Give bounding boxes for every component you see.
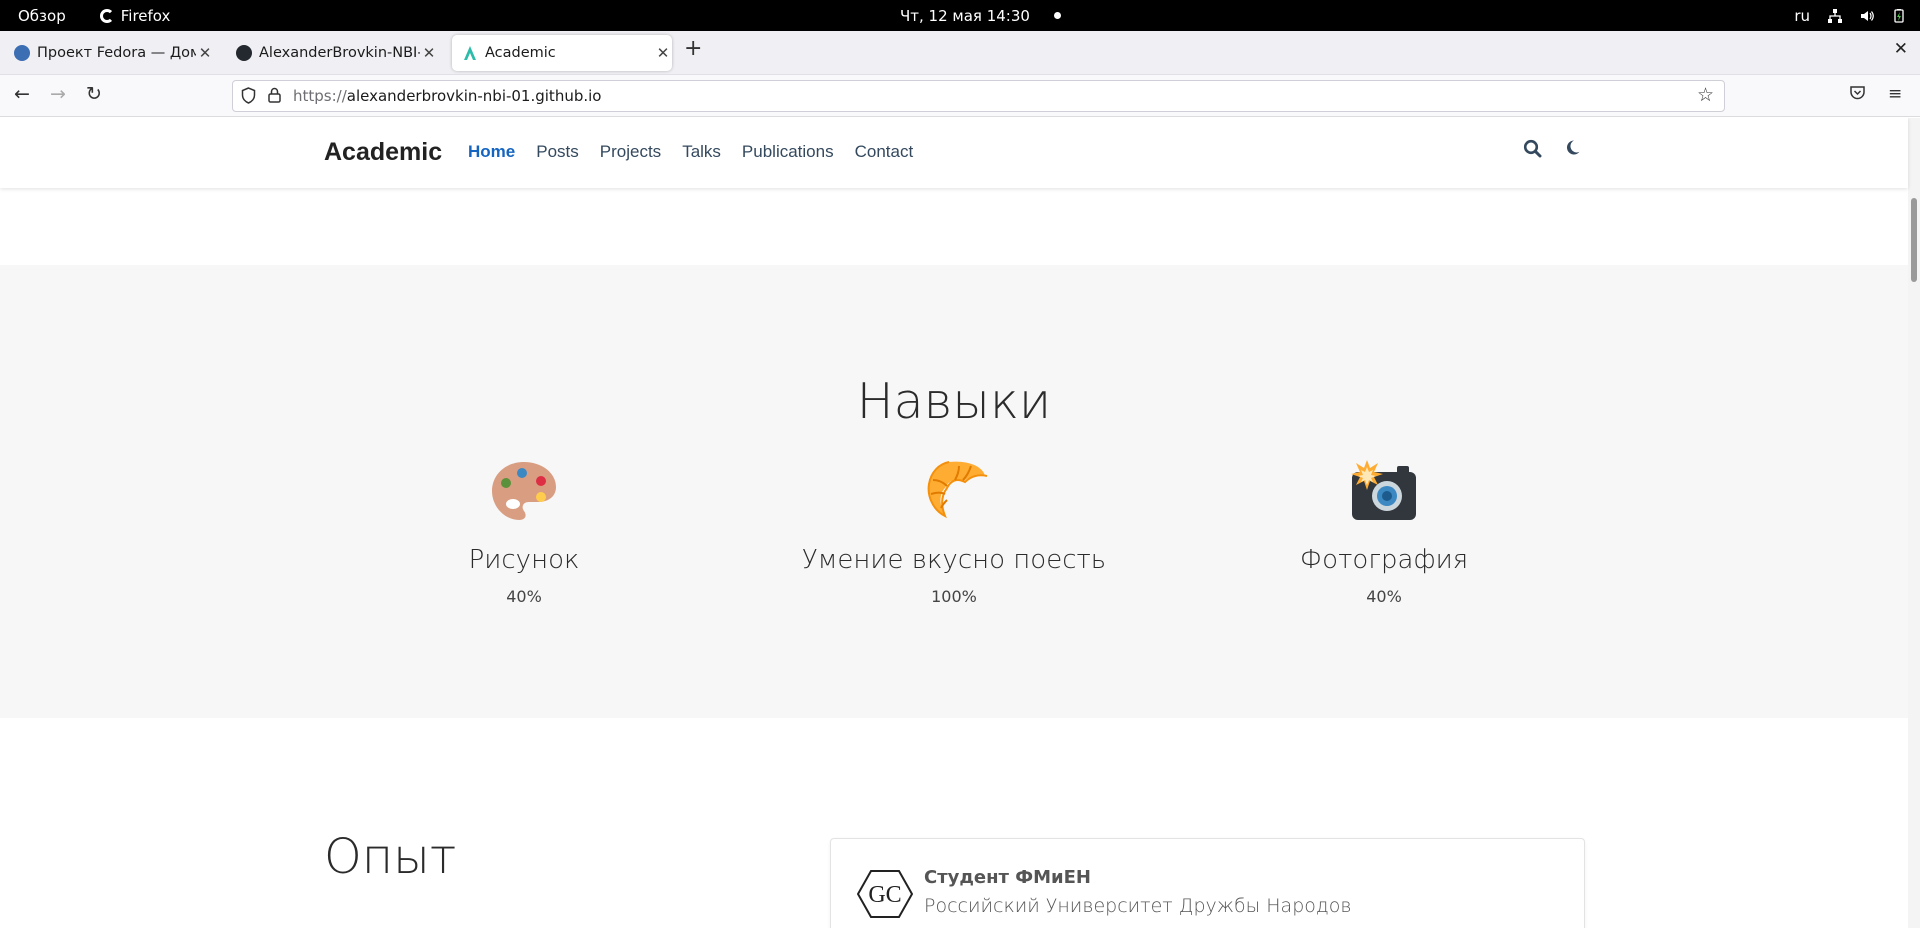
url-protocol: https:// (293, 87, 347, 105)
navigation-toolbar: ← → ↻ https://alexanderbrovkin-nbi-01.gi… (0, 75, 1920, 117)
lock-icon[interactable] (268, 87, 281, 103)
tab-academic[interactable]: Academic ✕ (452, 35, 672, 71)
skill-card: Рисунок 40% (324, 458, 724, 606)
tab-strip: Проект Fedora — Домашняя ✕ AlexanderBrov… (0, 31, 1920, 75)
keyboard-layout-indicator[interactable]: ru (1794, 7, 1810, 25)
activities-button[interactable]: Обзор (18, 7, 66, 25)
network-icon[interactable] (1828, 8, 1842, 23)
hamburger-menu-icon[interactable]: ≡ (1888, 84, 1902, 104)
url-bar[interactable]: https://alexanderbrovkin-nbi-01.github.i… (232, 80, 1725, 112)
skill-card: Умение вкусно поесть 100% (754, 458, 1154, 606)
experience-card: GC Студент ФМиЕН Российский Университет … (830, 838, 1585, 928)
site-menu: Home Posts Projects Talks Publications C… (468, 142, 913, 162)
tab-title: Проект Fedora — Домашняя (37, 45, 196, 61)
back-arrow-icon[interactable]: ← (14, 83, 30, 105)
experience-role: Студент ФМиЕН (924, 867, 1091, 888)
bookmark-star-icon[interactable]: ☆ (1697, 84, 1714, 106)
forward-arrow-icon[interactable]: → (50, 83, 66, 105)
datetime-label: Чт, 12 мая 14:30 (900, 6, 1030, 25)
skills-section: Навыки Рисунок 40% Умение вкусно поесть … (0, 265, 1908, 718)
experience-organization[interactable]: Российский Университет Дружбы Народов (924, 895, 1352, 917)
nav-link-publications[interactable]: Publications (742, 142, 834, 162)
clock[interactable]: Чт, 12 мая 14:30 (900, 0, 1061, 31)
nav-link-home[interactable]: Home (468, 142, 515, 162)
nav-link-contact[interactable]: Contact (855, 142, 914, 162)
skill-name: Рисунок (468, 545, 580, 575)
tab-github[interactable]: AlexanderBrovkin-NBI-01 ✕ (226, 35, 438, 71)
croissant-icon (927, 461, 988, 519)
skill-card: Фотография 40% (1184, 458, 1584, 606)
reload-icon[interactable]: ↻ (86, 83, 102, 105)
new-tab-plus-icon[interactable]: + (684, 36, 702, 61)
volume-icon[interactable] (1860, 9, 1874, 23)
tab-title: Academic (485, 45, 556, 61)
fedora-icon (14, 45, 30, 61)
site-navbar: Academic Home Posts Projects Talks Publi… (0, 118, 1908, 188)
page-scrollbar[interactable] (1908, 118, 1920, 928)
firefox-icon (99, 8, 114, 23)
moon-icon[interactable] (1564, 139, 1581, 156)
url-text[interactable]: https://alexanderbrovkin-nbi-01.github.i… (293, 87, 601, 105)
shield-icon[interactable] (241, 87, 256, 104)
nav-link-talks[interactable]: Talks (682, 142, 721, 162)
skill-level: 40% (506, 587, 542, 606)
close-tab-icon[interactable]: ✕ (420, 44, 438, 62)
system-top-bar: Обзор Firefox Чт, 12 мая 14:30 ru (0, 0, 1920, 31)
close-tab-icon[interactable]: ✕ (196, 44, 214, 62)
nav-link-posts[interactable]: Posts (536, 142, 579, 162)
academic-icon (464, 46, 476, 60)
skills-title: Навыки (856, 373, 1052, 430)
nav-link-projects[interactable]: Projects (600, 142, 661, 162)
site-brand[interactable]: Academic (324, 138, 442, 167)
skill-name: Фотография (1299, 545, 1469, 575)
tab-title: AlexanderBrovkin-NBI-01 (259, 45, 420, 61)
scrollbar-thumb[interactable] (1911, 198, 1917, 282)
tab-fedora[interactable]: Проект Fedora — Домашняя ✕ (4, 35, 214, 71)
organization-logo: GC (857, 870, 913, 918)
url-host: alexanderbrovkin-nbi-01.github.io (346, 87, 602, 105)
pocket-icon[interactable] (1849, 84, 1866, 101)
skill-name: Умение вкусно поесть (801, 545, 1107, 575)
app-name: Firefox (120, 6, 171, 25)
battery-icon[interactable] (1892, 8, 1906, 23)
notification-dot-icon (1053, 12, 1061, 19)
close-tab-icon[interactable]: ✕ (654, 44, 672, 62)
github-icon (236, 45, 252, 61)
page-viewport: Academic Home Posts Projects Talks Publi… (0, 118, 1920, 928)
camera-flash-icon (1351, 460, 1416, 520)
skill-level: 100% (931, 587, 977, 606)
skill-level: 40% (1366, 587, 1402, 606)
organization-logo-text: GC (868, 882, 901, 908)
experience-title: Опыт (324, 829, 457, 885)
search-icon[interactable] (1523, 139, 1542, 158)
app-menu-firefox[interactable]: Firefox (99, 6, 171, 25)
window-close-icon[interactable]: ✕ (1894, 39, 1908, 59)
palette-icon (492, 462, 556, 520)
